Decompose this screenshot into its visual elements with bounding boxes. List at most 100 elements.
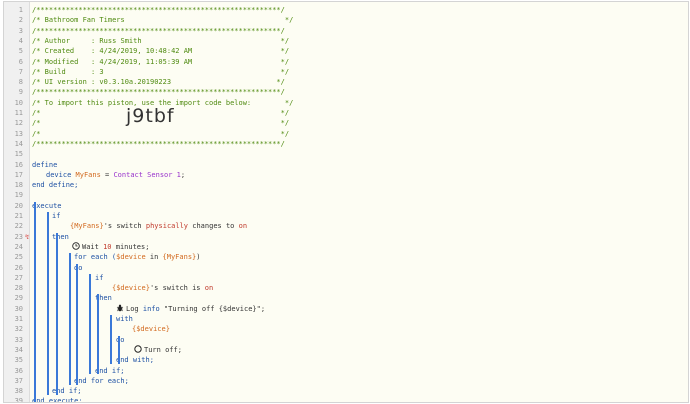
line-number: 14 [14,139,23,148]
code-token: physically [145,222,189,231]
code-token: Wait [82,242,104,251]
code-text: device MyFans = Contact Sensor 1; [46,170,185,180]
code-line: 37 end for each; [4,376,688,386]
code-line: 27 if [4,273,688,283]
line-number: 35 [14,356,23,365]
block-indent-bar [89,273,91,375]
code-text: if [95,273,103,283]
line-number: 5 [18,47,23,56]
code-line: 7 /* Build : 3 */ [4,67,688,77]
line-number: 16 [14,160,23,169]
code-editor[interactable]: 1 /**************************************… [3,1,689,403]
block-indent-bar [69,253,71,385]
line-number: 33 [14,335,23,344]
line-number: 13 [14,129,23,138]
code-text: /* Modified : 4/24/2019, 11:05:39 AM */ [32,57,289,67]
code-token: 's switch is [149,284,205,293]
line-number: 8 [18,78,23,87]
code-line: 17 device MyFans = Contact Sensor 1; [4,170,688,180]
line-number: 32 [14,325,23,334]
code-token: info [142,304,160,313]
line-number: 6 [18,57,23,66]
code-token: device [46,170,72,179]
code-line: 6 /* Modified : 4/24/2019, 11:05:39 AM */ [4,57,688,67]
code-token: end execute; [32,397,83,403]
block-indent-bar [110,315,112,365]
code-text: {MyFans}'s switch physically changes to … [70,221,247,231]
code-token: {MyFans} [70,222,104,231]
line-number: 18 [14,181,23,190]
code-line: 14 /*************************************… [4,139,688,149]
line-number: 7 [18,67,23,76]
code-line: 2 /* Bathroom Fan Timers */ [4,15,688,25]
code-text: end with; [116,355,154,365]
code-text: /***************************************… [32,87,285,97]
code-line: 33 do [4,335,688,345]
code-token: end if; [95,366,125,375]
code-line: 18 end define; [4,180,688,190]
code-token: for each ( [74,253,117,262]
code-text: {$device}'s switch is on [112,283,213,293]
code-token: if [52,212,61,220]
code-token: 10 [103,242,112,251]
code-line: 31 with [4,314,688,324]
code-text: end define; [32,180,78,190]
code-token: /* Created : 4/24/2019, 10:48:42 AM */ [32,47,290,56]
code-text: end if; [95,366,125,376]
line-number: 15 [14,150,23,159]
code-line: 8 /* UI version : v0.3.10a.20190223 */ [4,77,688,87]
code-line: 34 Turn off; [4,345,688,355]
code-line: 3 /**************************************… [4,26,688,36]
code-line: 19 [4,190,688,200]
code-token: end with; [116,356,154,365]
code-token: $device [116,253,146,262]
code-line: 25 for each ($device in {MyFans}) [4,252,688,262]
code-line: 39 end execute; [4,396,688,403]
code-line: 26 do [4,263,688,273]
code-token: = [100,170,114,179]
code-line: 36 end if; [4,366,688,376]
line-number: 29 [14,294,23,303]
code-text: with [116,314,133,324]
line-number: 3 [18,26,23,35]
code-token: on [238,222,248,231]
code-token: end define; [32,181,79,190]
code-line: 24 Wait 10 minutes; [4,242,688,252]
code-line: 38 end if; [4,386,688,396]
code-text: define [32,160,57,170]
code-token: /***************************************… [32,26,285,35]
line-number: 9 [18,88,23,97]
trigger-marker-icon: ↯ [25,232,30,241]
line-number: 28 [14,284,23,293]
line-number: 10 [14,98,23,107]
code-text: /* */ [32,129,289,139]
import-code[interactable]: j9tbf [126,105,175,127]
line-number: 23 [14,232,23,241]
code-token: ) [196,253,201,262]
code-text: for each ($device in {MyFans}) [74,252,200,262]
code-text: /* Created : 4/24/2019, 10:48:42 AM */ [32,46,289,56]
line-number: 36 [14,366,23,375]
code-line: 21 if [4,211,688,221]
line-number: 21 [14,212,23,220]
block-indent-bar [118,335,120,365]
code-token: changes to [188,222,239,231]
code-token: then [52,232,69,241]
code-token: Turn off; [144,345,182,354]
code-text: end for each; [74,376,129,386]
code-line: 4 /* Author : Russ Smith */ [4,36,688,46]
code-text: /* Author : Russ Smith */ [32,36,289,46]
code-token: 's switch [103,222,146,231]
line-number: 20 [14,201,23,210]
code-token: /* Modified : 4/24/2019, 11:05:39 AM */ [32,57,290,66]
code-token: "Turning off {$device}"; [159,304,266,313]
code-token: /* UI version : v0.3.10a.20190223 */ [32,78,285,87]
code-line: 35 end with; [4,355,688,365]
code-line: 23 ↯ then [4,232,688,242]
code-line: 15 [4,149,688,159]
line-number: 37 [14,376,23,385]
code-line: 28 {$device}'s switch is on [4,283,688,293]
code-line: 9 /**************************************… [4,87,688,97]
code-line: 29 then [4,293,688,303]
code-token: {$device} [112,284,150,293]
